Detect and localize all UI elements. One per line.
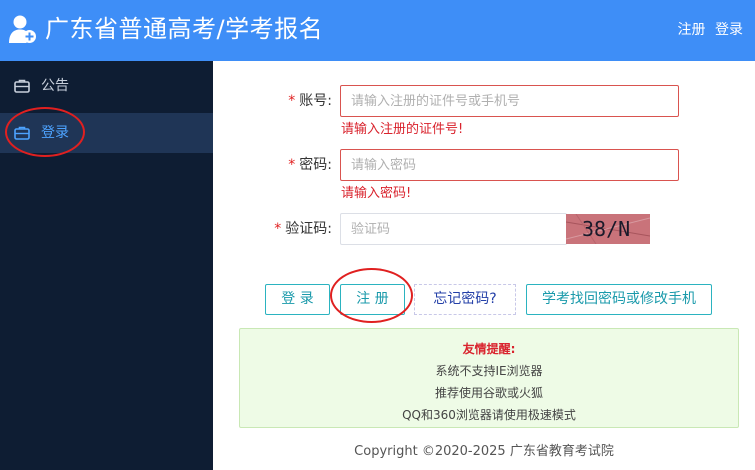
sidebar-item-login[interactable]: 登录	[0, 113, 213, 153]
sidebar-item-announcement[interactable]: 公告	[0, 66, 213, 106]
register-button[interactable]: 注 册	[340, 284, 405, 315]
header-login-link[interactable]: 登录	[715, 22, 743, 38]
captcha-text: 38/N	[582, 217, 630, 241]
recover-password-button[interactable]: 学考找回密码或修改手机	[526, 284, 712, 315]
page-title: 广东省普通高考/学考报名	[45, 15, 324, 43]
notice-line: 系统不支持IE浏览器	[435, 364, 543, 378]
briefcase-icon	[14, 79, 30, 93]
copyright-text: Copyright ©2020-2025 广东省教育考试院	[354, 444, 614, 459]
login-button[interactable]: 登 录	[265, 284, 330, 315]
account-label: * 账号:	[288, 93, 332, 109]
header-register-link[interactable]: 注册	[678, 22, 706, 38]
notice-box: 友情提醒: 系统不支持IE浏览器 推荐使用谷歌或火狐 QQ和360浏览器请使用极…	[239, 328, 739, 428]
captcha-input[interactable]	[340, 213, 567, 245]
notice-line: 推荐使用谷歌或火狐	[434, 386, 543, 400]
forgot-password-link[interactable]: 忘记密码?	[414, 284, 516, 315]
user-add-icon	[9, 15, 36, 43]
password-label: * 密码:	[288, 157, 332, 173]
sidebar-item-label: 公告	[41, 78, 69, 94]
captcha-noise: 38/N	[566, 214, 650, 244]
captcha-image[interactable]: 38/N	[566, 214, 650, 244]
notice-title: 友情提醒:	[462, 342, 516, 356]
sidebar-item-label: 登录	[41, 125, 69, 141]
notice-line: QQ和360浏览器请使用极速模式	[402, 408, 576, 422]
password-error: 请输入密码!	[341, 186, 412, 201]
captcha-label: * 验证码:	[274, 221, 332, 237]
account-error: 请输入注册的证件号!	[341, 122, 464, 137]
briefcase-icon	[14, 126, 30, 140]
account-input[interactable]	[340, 85, 679, 117]
header-bar: 广东省普通高考/学考报名 注册 登录	[0, 0, 755, 61]
top-links: 注册 登录	[673, 21, 743, 39]
password-input[interactable]	[340, 149, 679, 181]
sidebar: 公告 登录	[0, 61, 213, 470]
